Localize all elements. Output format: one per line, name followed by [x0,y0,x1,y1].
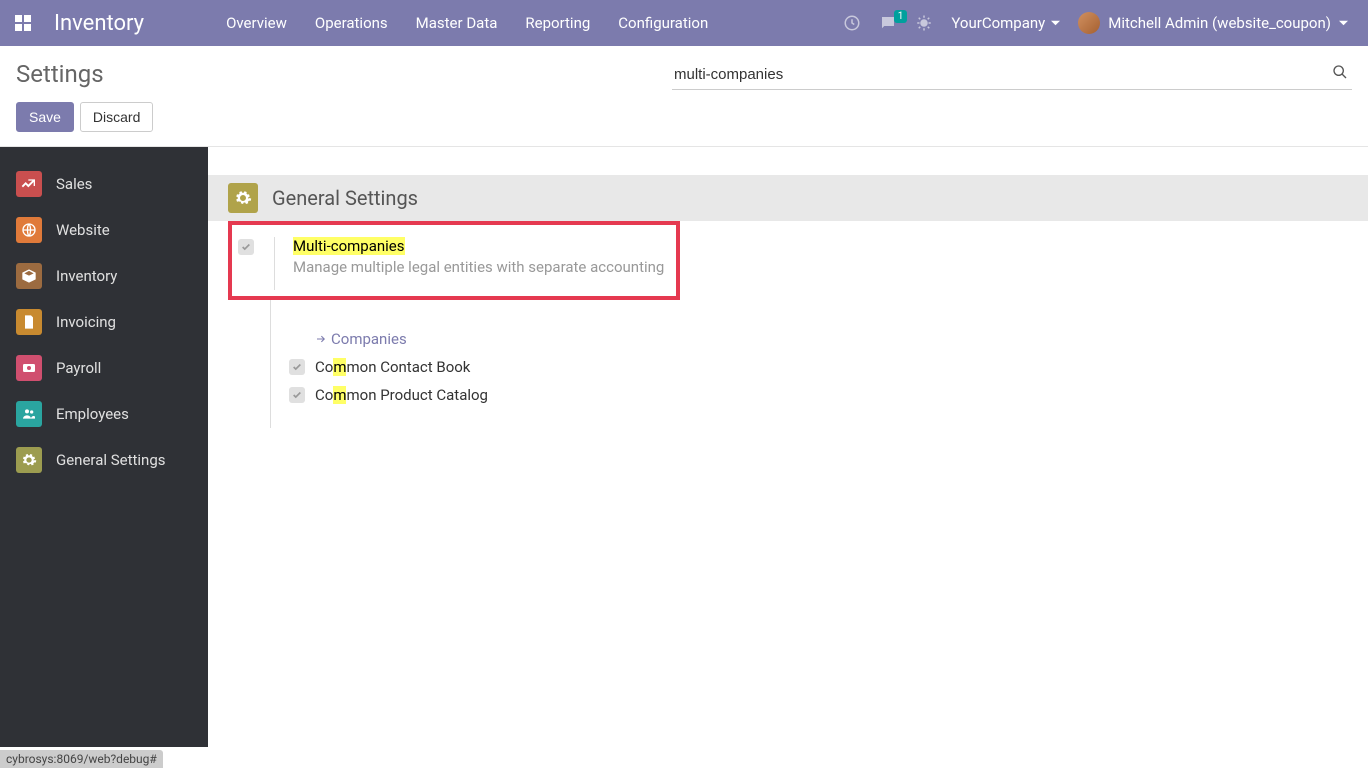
sidebar-item-employees[interactable]: Employees [0,391,208,437]
company-name: YourCompany [951,14,1045,32]
messages-button[interactable]: 1 [879,14,897,32]
sidebar-item-label: Invoicing [56,313,116,331]
sidebar-item-label: Inventory [56,267,117,285]
clock-icon [843,14,861,32]
gear-icon [228,183,258,213]
activity-button[interactable] [843,14,861,32]
sidebar-item-sales[interactable]: Sales [0,161,208,207]
multi-companies-desc: Manage multiple legal entities with sepa… [293,258,676,276]
invoicing-icon [16,309,42,335]
nav-configuration[interactable]: Configuration [604,2,722,44]
common-contact-label: Common Contact Book [315,358,470,376]
sales-icon [16,171,42,197]
section-header: General Settings [208,175,1368,221]
sidebar-item-label: Website [56,221,110,239]
multi-companies-checkbox[interactable] [238,239,254,255]
apps-icon [15,15,31,31]
check-icon [292,390,302,400]
user-menu[interactable]: Mitchell Admin (website_coupon) [1078,12,1348,34]
user-name: Mitchell Admin (website_coupon) [1108,14,1331,32]
discard-button[interactable]: Discard [80,102,153,132]
nav-master-data[interactable]: Master Data [402,2,512,44]
common-catalog-label: Common Product Catalog [315,386,488,404]
sidebar-item-label: Employees [56,405,129,423]
search-icon [1332,64,1348,80]
sidebar-item-website[interactable]: Website [0,207,208,253]
search-button[interactable] [1332,64,1348,80]
common-catalog-checkbox[interactable] [289,387,305,403]
sidebar-item-label: Sales [56,175,92,193]
multi-companies-highlight: Multi-companies Manage multiple legal en… [228,221,680,300]
check-icon [292,362,302,372]
gear-icon [16,447,42,473]
apps-menu-button[interactable] [0,0,46,46]
status-bar: cybrosys:8069/web?debug# [0,750,163,768]
app-name[interactable]: Inventory [46,11,162,36]
nav-reporting[interactable]: Reporting [511,2,604,44]
nav-operations[interactable]: Operations [301,2,402,44]
messages-badge: 1 [894,10,908,23]
sidebar-item-payroll[interactable]: Payroll [0,345,208,391]
sidebar: Sales Website Inventory Invoicing Payrol… [0,147,208,747]
search-input[interactable] [672,60,1352,90]
company-switcher[interactable]: YourCompany [951,14,1060,32]
check-icon [241,242,251,252]
sidebar-item-label: Payroll [56,359,101,377]
debug-button[interactable] [915,14,933,32]
bug-icon [915,14,933,32]
page-title: Settings [16,60,153,88]
sidebar-item-inventory[interactable]: Inventory [0,253,208,299]
caret-down-icon [1339,19,1348,28]
website-icon [16,217,42,243]
companies-link[interactable]: Companies [315,330,407,348]
section-title: General Settings [272,186,418,210]
sidebar-item-invoicing[interactable]: Invoicing [0,299,208,345]
nav-overview[interactable]: Overview [212,2,301,44]
common-contact-checkbox[interactable] [289,359,305,375]
avatar [1078,12,1100,34]
companies-link-label: Companies [331,330,407,348]
save-button[interactable]: Save [16,102,74,132]
sidebar-item-label: General Settings [56,451,166,469]
payroll-icon [16,355,42,381]
multi-companies-title: Multi-companies [293,237,676,255]
arrow-right-icon [315,333,327,345]
caret-down-icon [1051,19,1060,28]
sidebar-item-general-settings[interactable]: General Settings [0,437,208,483]
employees-icon [16,401,42,427]
inventory-icon [16,263,42,289]
